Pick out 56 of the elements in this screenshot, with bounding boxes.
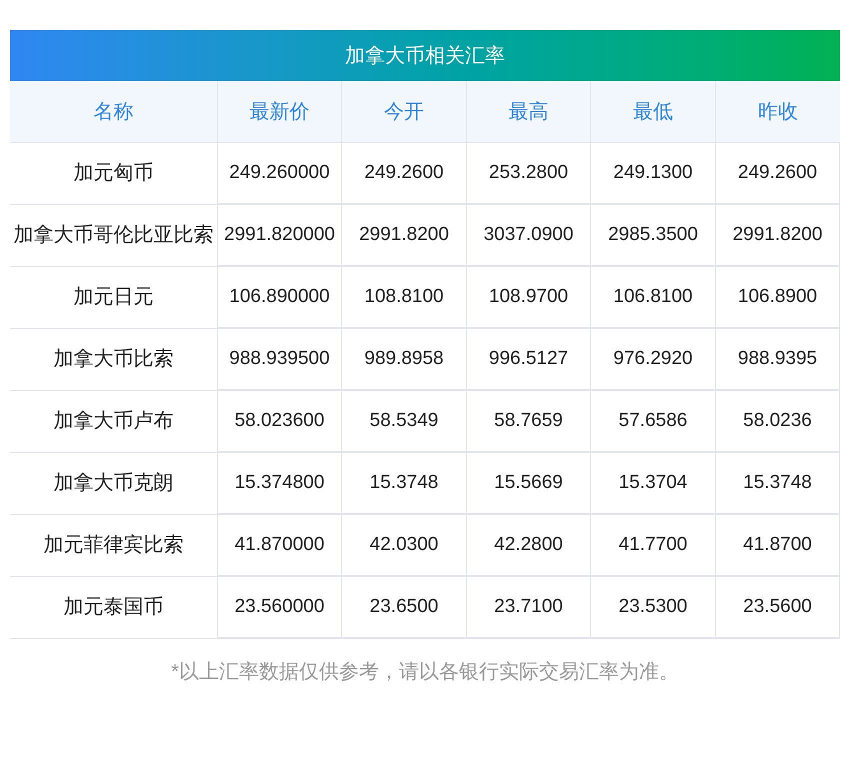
table-title: 加拿大币相关汇率 — [10, 30, 840, 81]
table-cell: 15.3748 — [341, 453, 466, 514]
table-cell: 253.2800 — [466, 143, 590, 204]
currency-name: 加元泰国币 — [62, 595, 164, 620]
table-cell: 108.8100 — [341, 267, 466, 328]
table-cell: 23.560000 — [217, 577, 341, 638]
table-cell: 15.5669 — [466, 453, 590, 514]
table-cell: 57.6586 — [590, 391, 715, 452]
table-cell: 988.939500 — [217, 329, 341, 390]
table-cell: 106.890000 — [217, 267, 341, 328]
table-cell: 15.3748 — [715, 453, 840, 514]
currency-name: 加拿大币卢布 — [52, 409, 174, 434]
table-cell: 41.8700 — [715, 515, 840, 576]
table-cell: 23.5300 — [590, 577, 715, 638]
currency-name: 加拿大币哥伦比亚比索 — [12, 223, 214, 248]
column-header: 最新价 — [217, 81, 341, 142]
table-cell: 23.5600 — [715, 577, 840, 638]
table-cell: 42.2800 — [466, 515, 590, 576]
table-cell: 989.8958 — [341, 329, 466, 390]
table-cell: 23.6500 — [341, 577, 466, 638]
table-cell: 2985.3500 — [590, 205, 715, 266]
table-cell: 249.1300 — [590, 143, 715, 204]
table-cell: 106.8100 — [590, 267, 715, 328]
table-cell: 2991.8200 — [341, 205, 466, 266]
table-cell: 249.260000 — [217, 143, 341, 204]
table-cell: 996.5127 — [466, 329, 590, 390]
currency-name: 加元日元 — [72, 285, 154, 310]
column-header: 最低 — [590, 81, 715, 142]
currency-name: 加元菲律宾比索 — [42, 533, 184, 558]
table-cell: 249.2600 — [341, 143, 466, 204]
table-cell: 23.7100 — [466, 577, 590, 638]
column-header: 最高 — [466, 81, 590, 142]
footnote: *以上汇率数据仅供参考，请以各银行实际交易汇率为准。 — [170, 660, 680, 685]
table-cell: 58.023600 — [217, 391, 341, 452]
column-header: 今开 — [341, 81, 466, 142]
table-cell: 15.3704 — [590, 453, 715, 514]
table-cell: 58.5349 — [341, 391, 466, 452]
table-cell: 106.8900 — [715, 267, 840, 328]
currency-name: 加拿大币克朗 — [52, 471, 174, 496]
table-cell: 41.870000 — [217, 515, 341, 576]
table-cell: 2991.820000 — [217, 205, 341, 266]
table-cell: 15.374800 — [217, 453, 341, 514]
table-cell: 2991.8200 — [715, 205, 840, 266]
table-cell: 249.2600 — [715, 143, 840, 204]
table-cell: 108.9700 — [466, 267, 590, 328]
column-header: 昨收 — [715, 81, 840, 142]
table-cell: 58.0236 — [715, 391, 840, 452]
table-cell: 988.9395 — [715, 329, 840, 390]
table-cell: 42.0300 — [341, 515, 466, 576]
table-cell: 3037.0900 — [466, 205, 590, 266]
table-cell: 58.7659 — [466, 391, 590, 452]
table-cell: 976.2920 — [590, 329, 715, 390]
table-cell: 41.7700 — [590, 515, 715, 576]
currency-name: 加拿大币比索 — [52, 347, 174, 372]
column-header: 名称 — [92, 100, 134, 124]
currency-name: 加元匈币 — [72, 161, 154, 186]
